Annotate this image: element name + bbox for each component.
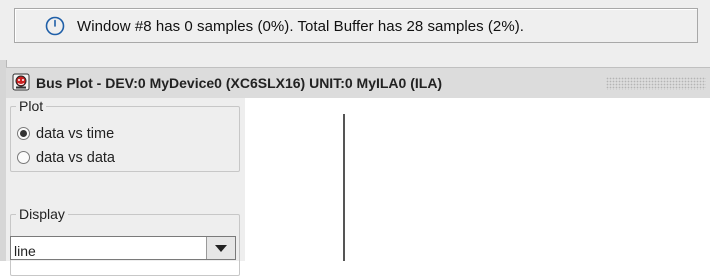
title-bar[interactable]: Bus Plot - DEV:0 MyDevice0 (XC6SLX16) UN… <box>6 67 710 99</box>
chevron-down-icon <box>215 245 227 252</box>
radio-label-data-vs-time: data vs time <box>36 126 115 142</box>
radio-button[interactable] <box>17 151 30 164</box>
title-grip <box>606 77 706 90</box>
status-message: Window #8 has 0 samples (0%). Total Buff… <box>77 18 524 35</box>
status-bar: Window #8 has 0 samples (0%). Total Buff… <box>0 0 710 60</box>
clock-icon <box>45 16 65 36</box>
y-axis-line <box>343 114 345 261</box>
bus-plot-window: Bus Plot - DEV:0 MyDevice0 (XC6SLX16) UN… <box>0 60 710 276</box>
window-title: Bus Plot - DEV:0 MyDevice0 (XC6SLX16) UN… <box>36 75 443 91</box>
app-logo-icon <box>12 73 30 91</box>
radio-label-data-vs-data: data vs data <box>36 150 115 166</box>
display-mode-select[interactable]: line <box>10 236 236 260</box>
plot-group: Plot data vs time data vs data <box>10 98 240 172</box>
plot-group-legend: Plot <box>16 98 47 114</box>
dropdown-button[interactable] <box>206 237 235 259</box>
radio-button-selected[interactable] <box>17 127 30 140</box>
plot-canvas[interactable] <box>245 98 710 261</box>
window-content: Plot data vs time data vs data Display l… <box>6 98 710 276</box>
display-group-legend: Display <box>16 206 68 222</box>
display-mode-value: line <box>14 243 36 259</box>
status-panel: Window #8 has 0 samples (0%). Total Buff… <box>14 8 698 43</box>
left-control-panel: Plot data vs time data vs data Display l… <box>6 98 242 276</box>
